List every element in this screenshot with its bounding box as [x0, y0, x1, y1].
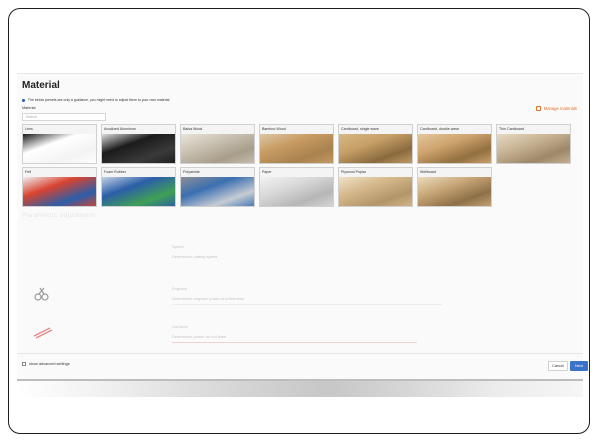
- hint-label: The below presets are only a guidance, y…: [27, 98, 170, 102]
- material-tile[interactable]: Balsa Wood: [180, 124, 255, 164]
- material-tile-image: [102, 134, 175, 163]
- info-dot-icon: [22, 98, 25, 102]
- material-tile-label: Balsa Wood: [181, 125, 254, 134]
- param-cutlines-label: Cut lines: [172, 324, 188, 329]
- manage-materials-link[interactable]: Manage materials: [535, 106, 577, 112]
- cut-icon: [34, 287, 49, 301]
- hint-text: The below presets are only a guidance, y…: [22, 98, 169, 102]
- material-tile-image: [102, 177, 175, 206]
- material-tile[interactable]: Thin Cardboard: [496, 124, 571, 164]
- param-engrave-label: Engrave: [172, 286, 187, 291]
- material-tile-label: Anodized Aluminum: [102, 125, 175, 134]
- material-label: Material: [22, 106, 36, 110]
- material-tile-label: Foam Rubber: [102, 168, 175, 177]
- material-tile-image: [497, 134, 570, 163]
- manage-materials-label: Manage materials: [543, 106, 577, 111]
- material-tile[interactable]: Polyamide: [180, 167, 255, 207]
- material-tile-label: Wellboard: [418, 168, 491, 177]
- material-tile[interactable]: Lens: [22, 124, 97, 164]
- dialog-footer: show advanced settings Cancel Next: [17, 353, 588, 379]
- advanced-settings-toggle[interactable]: show advanced settings: [22, 362, 70, 366]
- params-panel: Speed Determines cutting speed Engrave D…: [22, 232, 578, 352]
- material-tile-label: Felt: [23, 168, 96, 177]
- screen-frame: Material The below presets are only a gu…: [8, 8, 590, 434]
- material-tile[interactable]: Foam Rubber: [101, 167, 176, 207]
- material-tile-image: [260, 134, 333, 163]
- material-tile-image: [260, 177, 333, 206]
- section-heading: Parametric adjustment: [22, 212, 96, 219]
- next-button[interactable]: Next: [570, 361, 588, 371]
- cancel-button[interactable]: Cancel: [548, 361, 568, 371]
- material-tile-label: Polyamide: [181, 168, 254, 177]
- material-tile-label: Thin Cardboard: [497, 125, 570, 134]
- param-engrave-value: Determines engrave power and fineness: [172, 296, 244, 301]
- material-tile-image: [418, 177, 491, 206]
- material-tile-image: [23, 177, 96, 206]
- dialog-title: Material: [22, 80, 60, 91]
- material-tile-image: [418, 134, 491, 163]
- material-tile[interactable]: Felt: [22, 167, 97, 207]
- material-tile-image: [181, 177, 254, 206]
- material-tile[interactable]: Paper: [259, 167, 334, 207]
- param-cutlines-slider[interactable]: [172, 342, 417, 344]
- material-tile[interactable]: Wellboard: [417, 167, 492, 207]
- background-strip: [17, 379, 583, 397]
- advanced-settings-label: show advanced settings: [29, 362, 70, 366]
- strip-edge: [17, 379, 583, 381]
- checkbox-icon: [22, 362, 26, 366]
- material-dialog: Material The below presets are only a gu…: [17, 73, 588, 379]
- param-speed-label: Speed: [172, 244, 184, 249]
- material-tile-image: [339, 177, 412, 206]
- material-tile-label: Lens: [23, 125, 96, 134]
- cut-lines-icon: [33, 327, 53, 339]
- material-tile-image: [181, 134, 254, 163]
- edit-icon: [535, 106, 541, 112]
- param-engrave-slider[interactable]: [172, 304, 442, 306]
- material-tile[interactable]: Cardboard, double wave: [417, 124, 492, 164]
- material-tile-label: Cardboard, single wave: [339, 125, 412, 134]
- material-tile-label: Bamboo Wood: [260, 125, 333, 134]
- param-cutlines-value: Determines power for cut lines: [172, 334, 227, 339]
- material-tile-image: [339, 134, 412, 163]
- material-tile-label: Cardboard, double wave: [418, 125, 491, 134]
- material-tile-image: [23, 134, 96, 163]
- material-tile[interactable]: Plywood Poplar: [338, 167, 413, 207]
- search-input[interactable]: [22, 113, 106, 121]
- material-tile[interactable]: Anodized Aluminum: [101, 124, 176, 164]
- material-tile[interactable]: Bamboo Wood: [259, 124, 334, 164]
- param-speed-value: Determines cutting speed: [172, 254, 218, 259]
- material-tile-label: Paper: [260, 168, 333, 177]
- material-tile-label: Plywood Poplar: [339, 168, 412, 177]
- material-tile[interactable]: Cardboard, single wave: [338, 124, 413, 164]
